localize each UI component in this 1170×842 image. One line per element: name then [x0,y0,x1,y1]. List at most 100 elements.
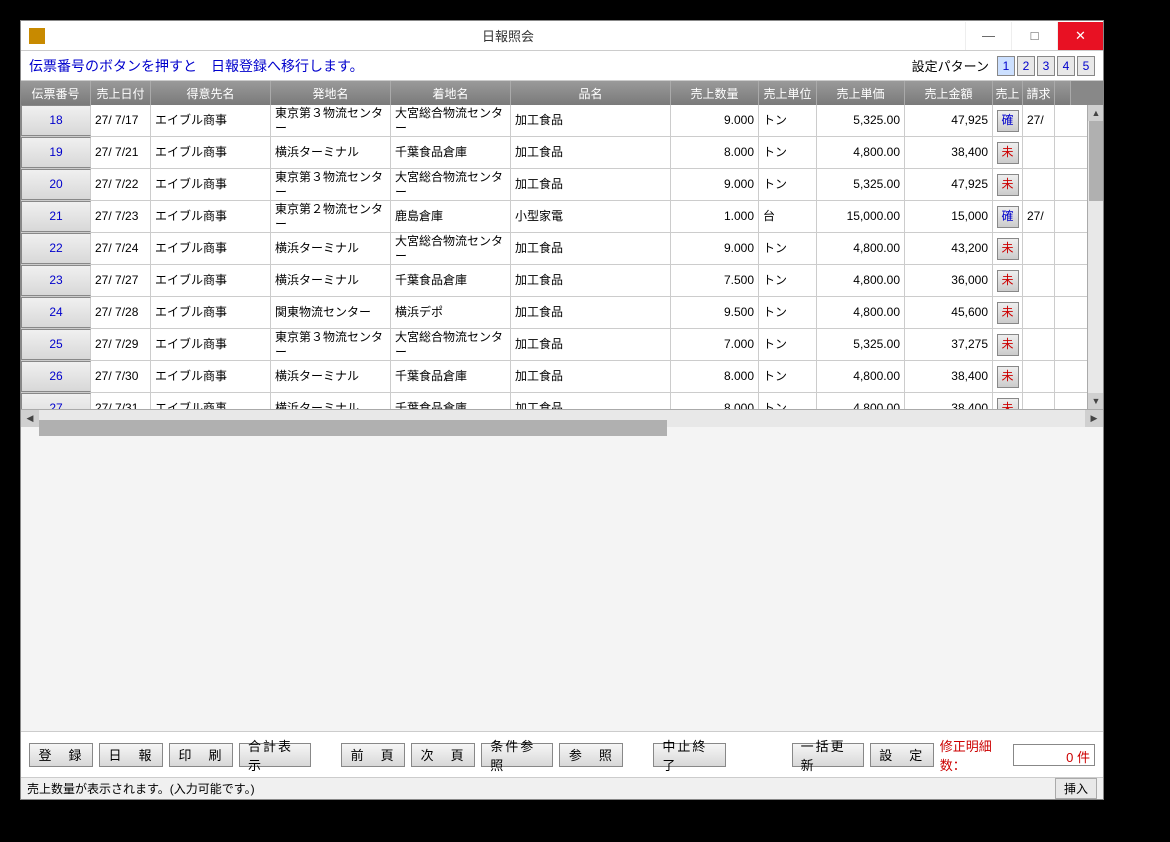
cell-quantity[interactable]: 8.000 [671,137,759,168]
cell-price: 4,800.00 [817,297,905,328]
cell-customer: エイブル商事 [151,137,271,168]
cell-quantity[interactable]: 9.000 [671,105,759,136]
reference-button[interactable]: 参 照 [559,743,623,767]
col-status[interactable]: 売上 [993,81,1023,105]
cell-from: 横浜ターミナル [271,233,391,264]
cell-customer: エイブル商事 [151,169,271,200]
batch-update-button[interactable]: 一括更新 [792,743,864,767]
cell-quantity[interactable]: 9.500 [671,297,759,328]
cell-from: 横浜ターミナル [271,361,391,392]
slip-number-button[interactable]: 24 [21,297,91,328]
status-button[interactable]: 未 [997,174,1019,196]
horizontal-scroll-thumb[interactable] [39,420,667,436]
slip-number-button[interactable]: 21 [21,201,91,232]
cell-quantity[interactable]: 8.000 [671,361,759,392]
col-from[interactable]: 発地名 [271,81,391,105]
total-button[interactable]: 合計表示 [239,743,311,767]
cell-amount: 38,400 [905,137,993,168]
cell-status: 未 [993,169,1023,200]
scroll-left-arrow-icon[interactable]: ◀ [21,410,39,428]
condition-button[interactable]: 条件参照 [481,743,553,767]
print-button[interactable]: 印 刷 [169,743,233,767]
cell-item: 加工食品 [511,329,671,360]
pattern-button-1[interactable]: 1 [997,56,1015,76]
pattern-button-2[interactable]: 2 [1017,56,1035,76]
slip-number-button[interactable]: 26 [21,361,91,392]
col-slip[interactable]: 伝票番号 [21,81,91,105]
pattern-button-3[interactable]: 3 [1037,56,1055,76]
cell-to: 千葉食品倉庫 [391,393,511,409]
cell-unit: トン [759,137,817,168]
col-amount[interactable]: 売上金額 [905,81,993,105]
cell-price: 5,325.00 [817,329,905,360]
col-item[interactable]: 品名 [511,81,671,105]
col-to[interactable]: 着地名 [391,81,511,105]
cell-quantity[interactable]: 9.000 [671,233,759,264]
cell-status: 未 [993,329,1023,360]
col-price[interactable]: 売上単価 [817,81,905,105]
col-unit[interactable]: 売上単位 [759,81,817,105]
slip-number-button[interactable]: 23 [21,265,91,296]
slip-number-button[interactable]: 20 [21,169,91,200]
settings-button[interactable]: 設 定 [870,743,934,767]
daily-button[interactable]: 日 報 [99,743,163,767]
cell-bill [1023,169,1055,200]
scroll-right-arrow-icon[interactable]: ▶ [1085,410,1103,428]
cell-date: 27/ 7/21 [91,137,151,168]
prev-page-button[interactable]: 前 頁 [341,743,405,767]
scroll-up-arrow-icon[interactable]: ▲ [1088,105,1103,121]
minimize-button[interactable]: — [965,22,1011,50]
stop-end-button[interactable]: 中止終了 [653,743,725,767]
col-bill[interactable]: 請求 [1023,81,1055,105]
cell-quantity[interactable]: 7.000 [671,329,759,360]
cell-item: 加工食品 [511,393,671,409]
cell-from: 横浜ターミナル [271,137,391,168]
scroll-down-arrow-icon[interactable]: ▼ [1088,393,1103,409]
cell-quantity[interactable]: 1.000 [671,201,759,232]
table-row: 2727/ 7/31エイブル商事横浜ターミナル千葉食品倉庫加工食品8.000トン… [21,393,1087,409]
cell-status: 確 [993,201,1023,232]
cell-status: 未 [993,265,1023,296]
pattern-button-5[interactable]: 5 [1077,56,1095,76]
slip-number-button[interactable]: 19 [21,137,91,168]
cell-item: 加工食品 [511,361,671,392]
status-button[interactable]: 未 [997,238,1019,260]
register-button[interactable]: 登 録 [29,743,93,767]
col-customer[interactable]: 得意先名 [151,81,271,105]
cell-item: 加工食品 [511,169,671,200]
status-button[interactable]: 未 [997,334,1019,356]
status-button[interactable]: 未 [997,302,1019,324]
cell-customer: エイブル商事 [151,297,271,328]
status-button[interactable]: 確 [997,110,1019,132]
cell-status: 未 [993,361,1023,392]
status-button[interactable]: 未 [997,270,1019,292]
col-date[interactable]: 売上日付 [91,81,151,105]
slip-number-button[interactable]: 18 [21,105,91,136]
next-page-button[interactable]: 次 頁 [411,743,475,767]
close-button[interactable]: ✕ [1057,22,1103,50]
cell-quantity[interactable]: 7.500 [671,265,759,296]
slip-number-button[interactable]: 22 [21,233,91,264]
cell-quantity[interactable]: 9.000 [671,169,759,200]
cell-quantity[interactable]: 8.000 [671,393,759,409]
cell-from: 東京第３物流センター [271,105,391,136]
status-button[interactable]: 確 [997,206,1019,228]
window-title: 日報照会 [51,26,965,45]
cell-price: 4,800.00 [817,265,905,296]
table-row: 2327/ 7/27エイブル商事横浜ターミナル千葉食品倉庫加工食品7.500トン… [21,265,1087,297]
cell-price: 15,000.00 [817,201,905,232]
status-button[interactable]: 未 [997,366,1019,388]
pattern-button-4[interactable]: 4 [1057,56,1075,76]
vertical-scroll-thumb[interactable] [1089,121,1103,201]
vertical-scrollbar[interactable]: ▲ ▼ [1087,105,1103,409]
cell-from: 横浜ターミナル [271,265,391,296]
cell-status: 確 [993,105,1023,136]
cell-customer: エイブル商事 [151,233,271,264]
status-button[interactable]: 未 [997,398,1019,410]
status-button[interactable]: 未 [997,142,1019,164]
slip-number-button[interactable]: 27 [21,393,91,409]
horizontal-scrollbar[interactable]: ◀ ▶ [21,409,1103,427]
col-qty[interactable]: 売上数量 [671,81,759,105]
maximize-button[interactable]: □ [1011,22,1057,50]
slip-number-button[interactable]: 25 [21,329,91,360]
